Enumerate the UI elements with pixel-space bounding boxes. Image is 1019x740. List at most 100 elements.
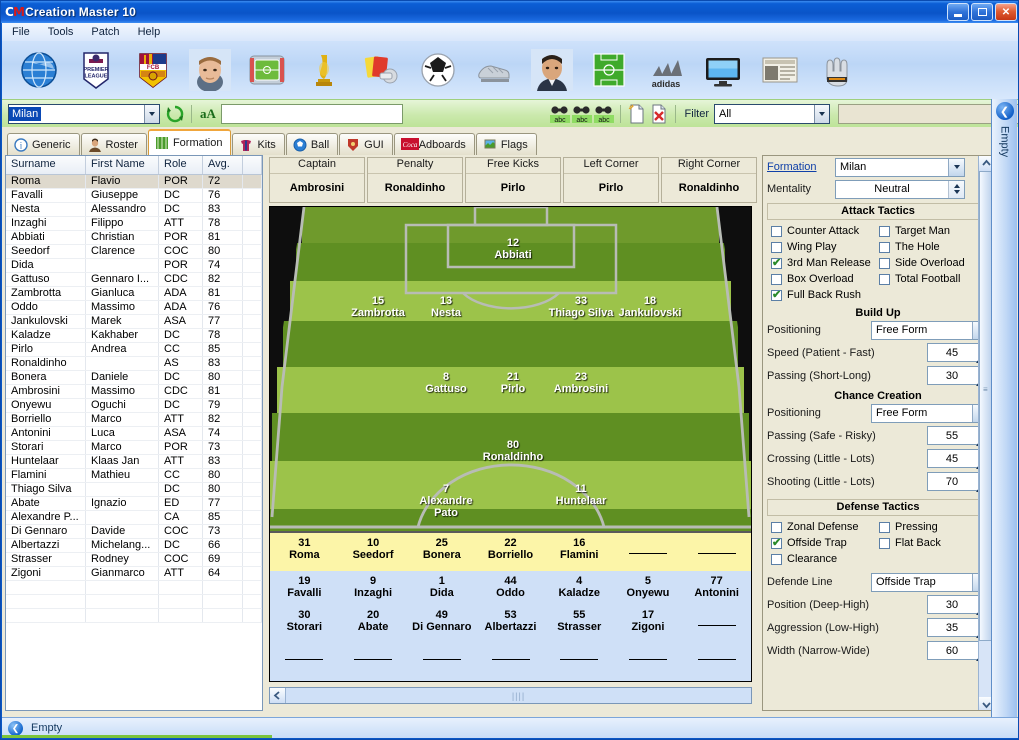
column-header-surname[interactable]: Surname	[6, 156, 86, 174]
checkbox-the-hole[interactable]: The Hole	[879, 239, 987, 255]
checkbox-clearance[interactable]: Clearance	[771, 551, 879, 567]
checkbox-box[interactable]	[879, 537, 890, 549]
table-row[interactable]: Flamini Mathieu CC 80	[6, 469, 262, 483]
checkbox-box[interactable]	[771, 288, 782, 301]
set-piece-penalty[interactable]: Penalty Ronaldinho	[367, 157, 463, 203]
pitch-player[interactable]: 13 Nesta	[407, 295, 485, 319]
checkbox-wing-play[interactable]: Wing Play	[771, 239, 879, 255]
menu-item-file[interactable]: File	[12, 26, 30, 38]
bench-slot[interactable]: 20 Abate	[339, 605, 408, 639]
tab-roster[interactable]: Roster	[80, 133, 147, 155]
cards-whistle-icon[interactable]	[356, 45, 406, 95]
bench-slot[interactable]: 19 Favalli	[270, 571, 339, 605]
checkbox-offside-trap[interactable]: Offside Trap	[771, 535, 879, 551]
checkbox-total-football[interactable]: Total Football	[879, 271, 987, 287]
bench-slot[interactable]	[682, 533, 751, 571]
pitch-player[interactable]: 21 Pirlo	[474, 371, 552, 395]
boots-icon[interactable]	[470, 45, 520, 95]
pitch-player[interactable]: 33 Thiago Silva	[542, 295, 620, 319]
checkbox-box[interactable]	[879, 257, 890, 269]
pitch-container[interactable]: 12 Abbiati 15 Zambrotta 13 Nesta 33 Thiago Silv…	[269, 206, 752, 682]
search-input[interactable]	[221, 103, 403, 124]
pitch-player[interactable]: 18 Jankulovski	[611, 295, 689, 319]
pitch-player[interactable]: 23 Ambrosini	[542, 371, 620, 395]
bench-slot[interactable]	[339, 639, 408, 669]
match-case-button[interactable]: aA	[197, 103, 219, 125]
tab-flags[interactable]: Flags	[475, 133, 537, 155]
table-row[interactable]: Zambrotta Gianluca ADA 81	[6, 287, 262, 301]
bench-slot[interactable]: 4 Kaladze	[545, 571, 614, 605]
table-row[interactable]: Favalli Giuseppe DC 76	[6, 189, 262, 203]
pitch-icon[interactable]	[584, 45, 634, 95]
formation-link[interactable]: Formation	[767, 161, 835, 173]
globe-icon[interactable]	[14, 45, 64, 95]
maximize-button[interactable]	[971, 3, 993, 21]
bench-slot[interactable]: 49 Di Gennaro	[407, 605, 476, 639]
table-row[interactable]: Bonera Daniele DC 80	[6, 371, 262, 385]
checkbox-box[interactable]	[879, 521, 890, 533]
team-select[interactable]: Milan	[8, 103, 160, 124]
tab-generic[interactable]: i Generic	[7, 133, 80, 155]
bench-slot[interactable]	[614, 533, 683, 571]
refresh-icon[interactable]	[164, 103, 186, 125]
delete-file-icon[interactable]	[648, 103, 670, 125]
bench-row-yellow[interactable]: 31 Roma 10 Seedorf 25 Bonera 22 Borriello 16 Flam…	[270, 531, 751, 571]
checkbox-box[interactable]	[879, 225, 890, 237]
table-row[interactable]: Borriello Marco ATT 82	[6, 413, 262, 427]
bench-slot[interactable]: 22 Borriello	[476, 533, 545, 571]
table-row[interactable]: Abate Ignazio ED 77	[6, 497, 262, 511]
bench-slot[interactable]	[545, 639, 614, 669]
bench-slot[interactable]: 30 Storari	[270, 605, 339, 639]
bench-slot[interactable]: 25 Bonera	[407, 533, 476, 571]
tab-formation[interactable]: Formation	[147, 129, 232, 155]
table-row[interactable]: Kaladze Kakhaber DC 78	[6, 329, 262, 343]
table-row[interactable]: Roma Flavio POR 72	[6, 175, 262, 189]
set-piece-left-corner[interactable]: Left Corner Pirlo	[563, 157, 659, 203]
newspaper-icon[interactable]	[755, 45, 805, 95]
filter-select[interactable]: All	[714, 103, 830, 124]
table-row[interactable]: Inzaghi Filippo ATT 78	[6, 217, 262, 231]
column-header-firstname[interactable]: First Name	[86, 156, 159, 174]
bench-slot[interactable]: 5 Onyewu	[614, 571, 683, 605]
table-row[interactable]: Ambrosini Massimo CDC 81	[6, 385, 262, 399]
set-piece-right-corner[interactable]: Right Corner Ronaldinho	[661, 157, 757, 203]
tab-kits[interactable]: Kits	[232, 133, 285, 155]
set-piece-free-kicks[interactable]: Free Kicks Pirlo	[465, 157, 561, 203]
menu-item-tools[interactable]: Tools	[48, 26, 74, 38]
bench-slot[interactable]: 77 Antonini	[682, 571, 751, 605]
premier-league-icon[interactable]: PREMIER LEAGUE	[71, 45, 121, 95]
ball-icon-1[interactable]	[413, 45, 463, 95]
table-row[interactable]: Pirlo Andrea CC 85	[6, 343, 262, 357]
table-row[interactable]: Gattuso Gennaro I... CDC 82	[6, 273, 262, 287]
pitch-player[interactable]: 11 Huntelaar	[542, 483, 620, 507]
bench-slot[interactable]	[270, 639, 339, 669]
column-header-role[interactable]: Role	[159, 156, 203, 174]
bench-slot[interactable]: 16 Flamini	[545, 533, 614, 571]
player-face-icon[interactable]	[185, 45, 235, 95]
table-row[interactable]: Storari Marco POR 73	[6, 441, 262, 455]
goalkeeper-glove-icon[interactable]	[812, 45, 862, 95]
checkbox-box[interactable]	[771, 553, 782, 565]
mentality-spinner[interactable]: Neutral	[835, 179, 965, 199]
find-first-icon[interactable]: abc	[549, 103, 571, 125]
fcb-crest-icon[interactable]: FCB	[128, 45, 178, 95]
pitch-player[interactable]: 12 Abbiati	[474, 237, 552, 261]
manager-face-icon[interactable]	[527, 45, 577, 95]
table-row[interactable]: Thiago Silva DC 80	[6, 483, 262, 497]
table-row[interactable]: Alexandre P... CA 85	[6, 511, 262, 525]
column-header-extra[interactable]	[243, 156, 262, 174]
table-row[interactable]: Di Gennaro Davide COC 73	[6, 525, 262, 539]
table-row[interactable]: Ronaldinho AS 83	[6, 357, 262, 371]
checkbox-full-back-rush[interactable]: Full Back Rush	[771, 287, 879, 303]
chance-positioning-select[interactable]: Free Form	[871, 403, 989, 423]
chevron-down-icon[interactable]	[948, 158, 964, 176]
table-row[interactable]: Huntelaar Klaas Jan ATT 83	[6, 455, 262, 469]
defende-line-select[interactable]: Offside Trap	[871, 572, 989, 592]
formation-select[interactable]: Milan	[835, 157, 965, 177]
bench-slot[interactable]	[407, 639, 476, 669]
scroll-left-button[interactable]	[270, 688, 286, 703]
bench-rows-blue[interactable]: 19 Favalli 9 Inzaghi 1 Dida 44 Oddo 4 Kaladze 5 Ony…	[270, 571, 751, 681]
bench-slot[interactable]	[614, 639, 683, 669]
table-row[interactable]: Onyewu Oguchi DC 79	[6, 399, 262, 413]
table-row[interactable]: Oddo Massimo ADA 76	[6, 301, 262, 315]
